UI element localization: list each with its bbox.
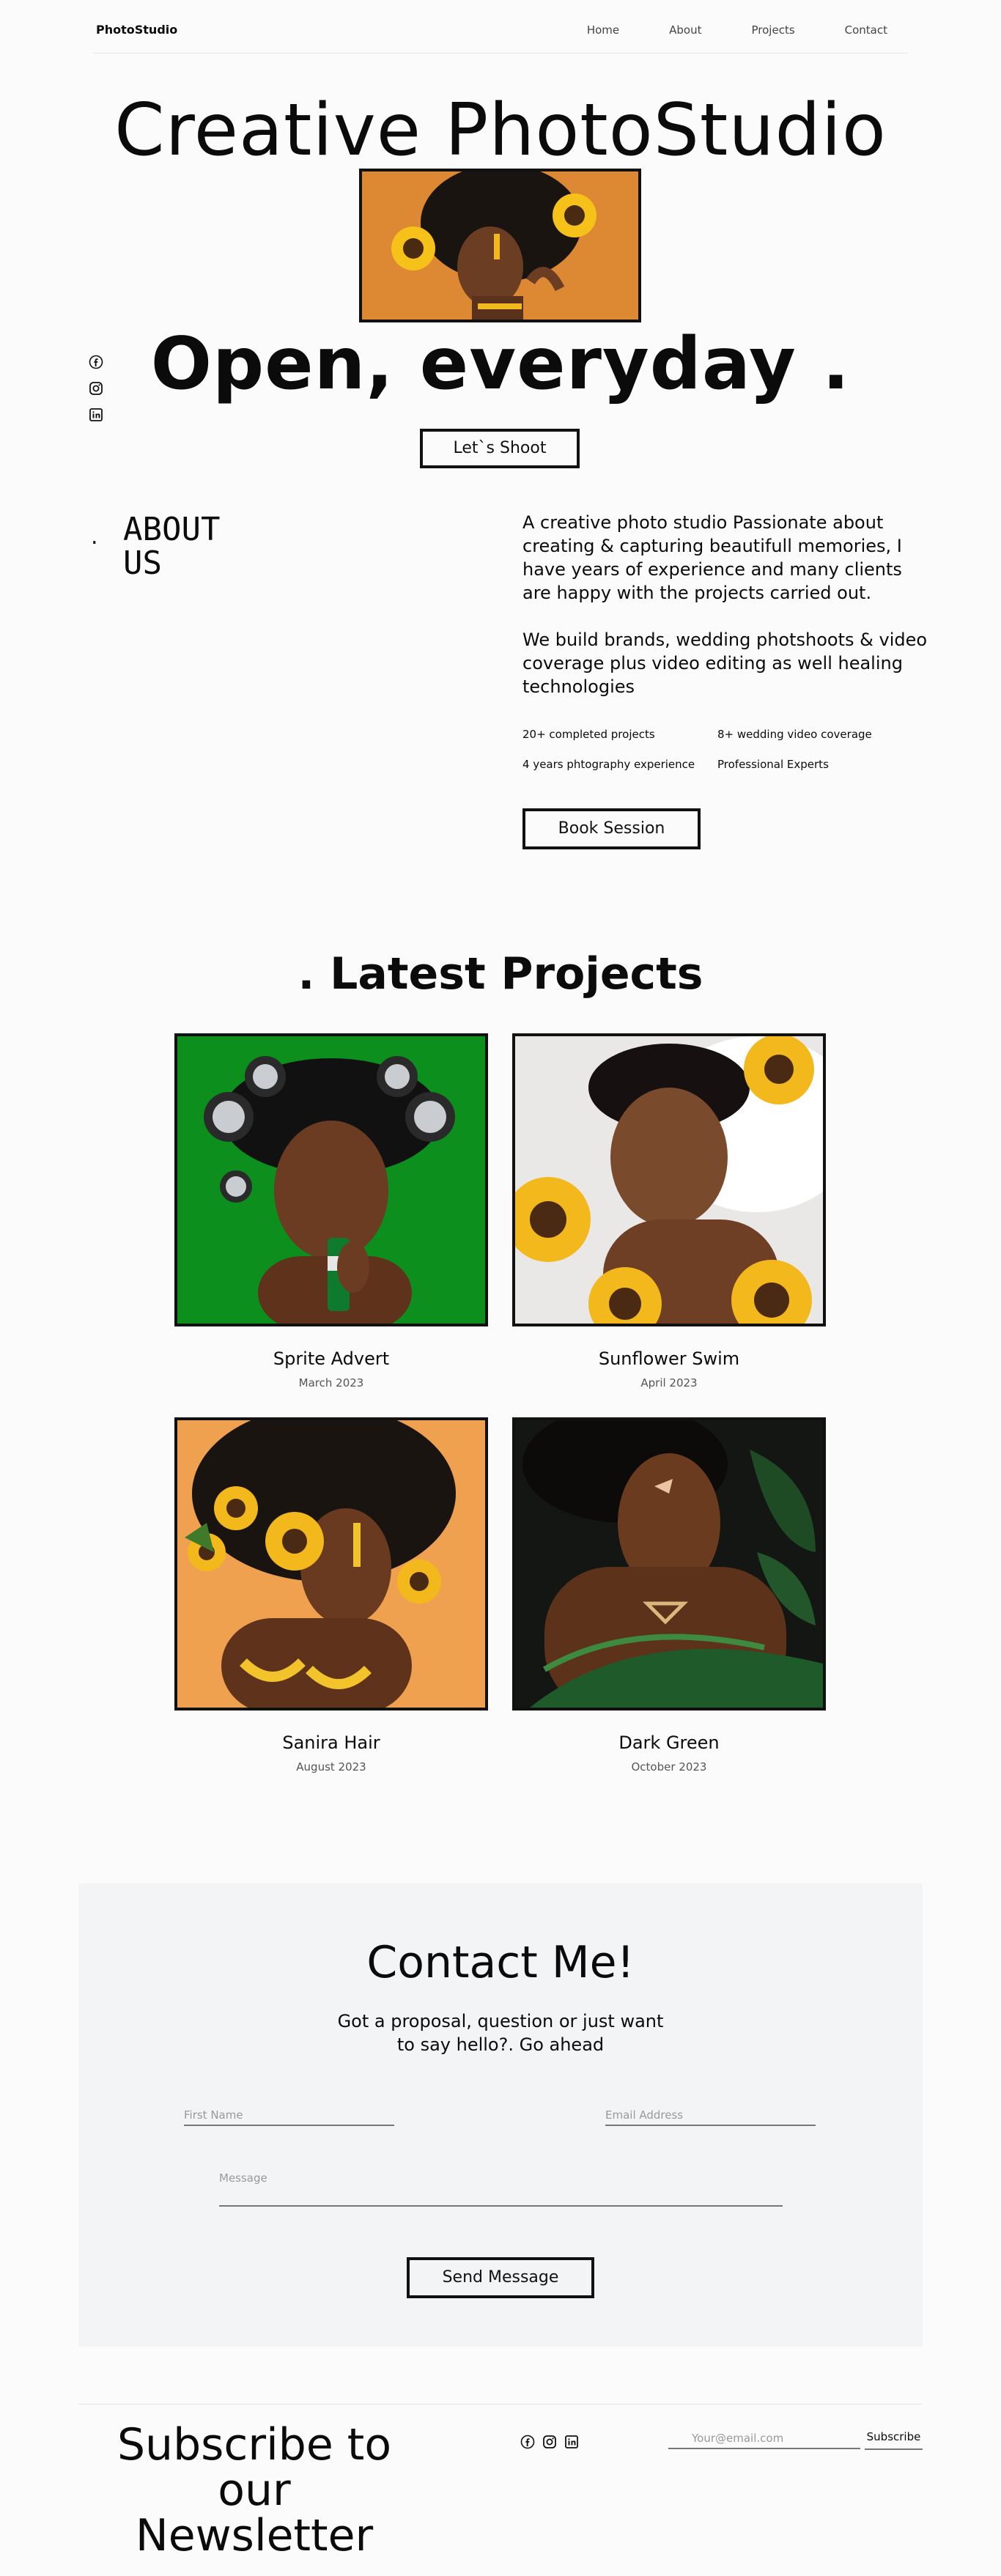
footer-social-links bbox=[520, 2435, 579, 2449]
linkedin-icon[interactable] bbox=[564, 2435, 579, 2449]
lets-shoot-button[interactable]: Let`s Shoot bbox=[420, 429, 580, 468]
about-stats: 20+ completed projects 8+ wedding video … bbox=[522, 728, 933, 771]
brand-logo[interactable]: PhotoStudio bbox=[96, 23, 177, 37]
about-text: A creative photo studio Passionate about… bbox=[522, 511, 933, 722]
newsletter-title-line2: Newsletter bbox=[135, 2510, 374, 2561]
linkedin-icon[interactable] bbox=[89, 407, 103, 422]
newsletter-email-input[interactable]: Your@email.com bbox=[668, 2430, 860, 2449]
about-title: ABOUT US bbox=[123, 513, 220, 580]
email-placeholder: Email Address bbox=[605, 2108, 684, 2122]
book-session-button[interactable]: Book Session bbox=[522, 808, 701, 849]
about-title-line2: US bbox=[123, 545, 162, 582]
first-name-field[interactable]: First Name bbox=[184, 2106, 394, 2126]
stat-item: 20+ completed projects bbox=[522, 728, 655, 741]
project-date: August 2023 bbox=[296, 1760, 366, 1774]
instagram-icon[interactable] bbox=[542, 2435, 557, 2449]
top-nav: PhotoStudio Home About Projects Contact bbox=[93, 0, 908, 53]
contact-section: Contact Me! Got a proposal, question or … bbox=[78, 1883, 923, 2347]
project-image[interactable] bbox=[174, 1033, 488, 1326]
stat-item: 4 years phtography experience bbox=[522, 758, 695, 771]
project-image[interactable] bbox=[512, 1033, 826, 1326]
project-card-dark-green[interactable]: Dark Green October 2023 bbox=[512, 1417, 826, 1774]
project-date: March 2023 bbox=[298, 1376, 364, 1390]
stat-item: 8+ wedding video coverage bbox=[717, 728, 872, 741]
projects-title: . Latest Projects bbox=[298, 948, 703, 1000]
facebook-icon[interactable] bbox=[89, 355, 103, 369]
first-name-placeholder: First Name bbox=[184, 2108, 243, 2122]
facebook-icon[interactable] bbox=[520, 2435, 535, 2449]
about-dot: . bbox=[91, 524, 98, 550]
newsletter-email-placeholder: Your@email.com bbox=[692, 2432, 784, 2445]
message-field[interactable]: Message bbox=[219, 2171, 783, 2207]
instagram-icon[interactable] bbox=[89, 381, 103, 396]
hero-image bbox=[359, 169, 641, 322]
nav-links: Home About Projects Contact bbox=[537, 23, 887, 37]
contact-lead: Got a proposal, question or just want to… bbox=[78, 2009, 923, 2056]
footer-divider bbox=[78, 2404, 923, 2405]
project-card-sunflower[interactable]: Sunflower Swim April 2023 bbox=[512, 1033, 826, 1390]
hero-title: Creative PhotoStudio bbox=[114, 89, 887, 172]
email-field[interactable]: Email Address bbox=[605, 2106, 816, 2126]
side-social-links bbox=[89, 355, 103, 434]
nav-about-link[interactable]: About bbox=[669, 23, 701, 37]
project-name[interactable]: Sanira Hair bbox=[174, 1732, 488, 1753]
project-name[interactable]: Sprite Advert bbox=[174, 1348, 488, 1369]
newsletter-title-line1: Subscribe to our bbox=[117, 2419, 392, 2516]
newsletter-title: Subscribe to our Newsletter bbox=[78, 2422, 430, 2558]
project-card-sanira[interactable]: Sanira Hair August 2023 bbox=[174, 1417, 488, 1774]
project-image[interactable] bbox=[174, 1417, 488, 1710]
about-paragraph-2: We build brands, wedding photshoots & vi… bbox=[522, 630, 928, 697]
about-paragraph-1: A creative photo studio Passionate about… bbox=[522, 512, 902, 603]
send-message-button[interactable]: Send Message bbox=[407, 2257, 594, 2298]
project-name[interactable]: Sunflower Swim bbox=[512, 1348, 826, 1369]
nav-home-link[interactable]: Home bbox=[587, 23, 619, 37]
contact-lead-line1: Got a proposal, question or just want bbox=[337, 2011, 664, 2031]
project-name[interactable]: Dark Green bbox=[512, 1732, 826, 1753]
project-date: April 2023 bbox=[640, 1376, 698, 1390]
project-card-sprite[interactable]: Sprite Advert March 2023 bbox=[174, 1033, 488, 1390]
project-date: October 2023 bbox=[631, 1760, 707, 1774]
message-placeholder: Message bbox=[219, 2171, 267, 2185]
contact-title: Contact Me! bbox=[366, 1937, 635, 1988]
hero-subtitle: Open, everyday . bbox=[150, 322, 851, 406]
contact-lead-line2: to say hello?. Go ahead bbox=[396, 2034, 605, 2055]
project-image[interactable] bbox=[512, 1417, 826, 1710]
stat-item: Professional Experts bbox=[717, 758, 829, 771]
nav-projects-link[interactable]: Projects bbox=[752, 23, 795, 37]
about-title-line1: ABOUT bbox=[123, 511, 221, 548]
nav-contact-link[interactable]: Contact bbox=[845, 23, 887, 37]
subscribe-button[interactable]: Subscribe bbox=[865, 2429, 923, 2450]
